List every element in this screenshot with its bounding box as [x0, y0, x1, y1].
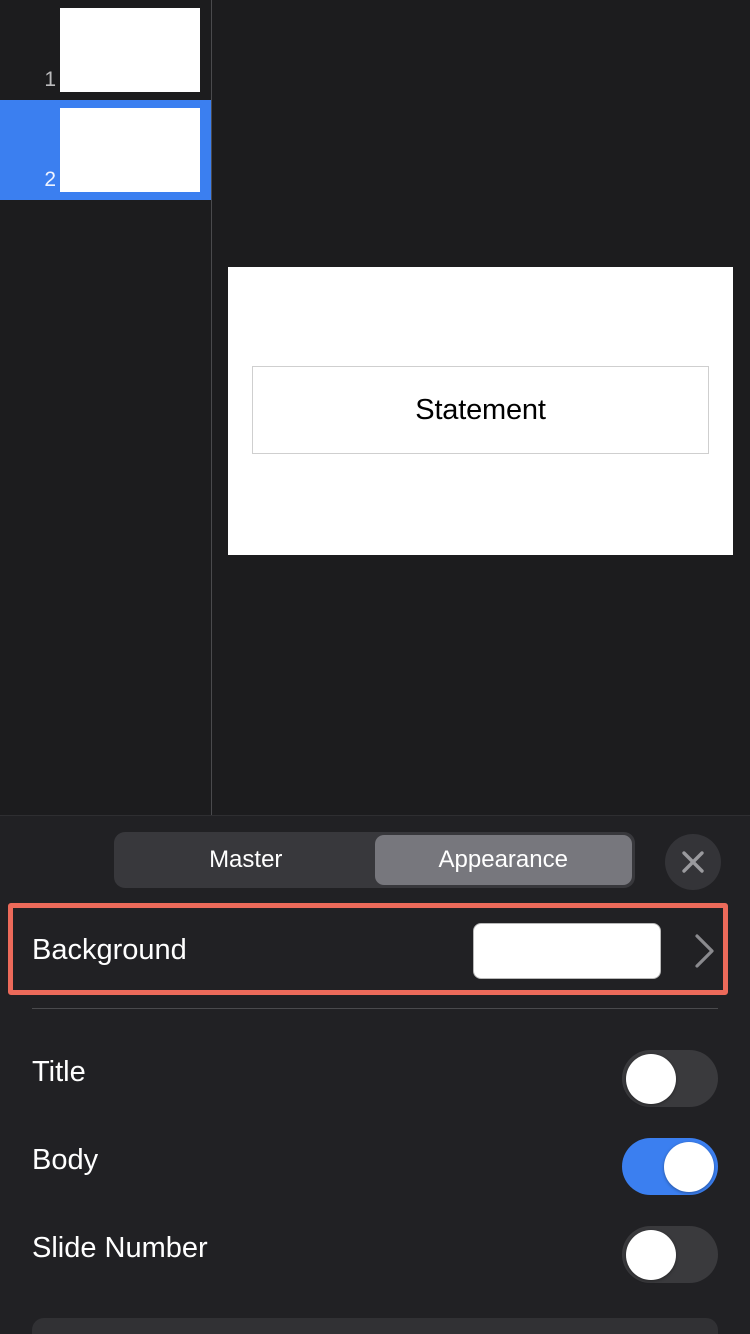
body-text-placeholder[interactable]: Statement: [252, 366, 709, 454]
row-slide-number[interactable]: Slide Number: [0, 1204, 750, 1292]
body-label: Body: [32, 1143, 99, 1176]
title-label: Title: [32, 1055, 86, 1088]
row-body[interactable]: Body: [0, 1116, 750, 1204]
background-label: Background: [32, 934, 187, 966]
slide-thumbnail-number: 2: [44, 168, 56, 191]
tab-appearance-label: Appearance: [438, 846, 568, 873]
body-placeholder-text: Statement: [415, 393, 546, 426]
row-title[interactable]: Title: [0, 1028, 750, 1116]
inspector-tab-bar[interactable]: Master Appearance: [114, 832, 635, 888]
canvas-stage[interactable]: Statement: [212, 0, 750, 815]
toggle-knob: [626, 1053, 676, 1104]
title-toggle[interactable]: [622, 1050, 718, 1107]
slide-thumbnail-preview: [60, 108, 200, 192]
toggle-knob: [664, 1141, 714, 1192]
toggle-knob: [626, 1229, 676, 1280]
close-button[interactable]: [665, 834, 721, 890]
slide-thumbnail-preview: [60, 8, 200, 92]
slide-navigator[interactable]: 1 2: [0, 0, 211, 815]
body-toggle[interactable]: [622, 1138, 718, 1195]
tab-appearance[interactable]: Appearance: [374, 835, 632, 885]
format-inspector-panel: Master Appearance Background Title Body …: [0, 815, 750, 1334]
inspector-top-divider: [0, 815, 750, 816]
tab-master-label: Master: [209, 846, 283, 873]
tab-master[interactable]: Master: [117, 835, 375, 885]
chevron-right-icon[interactable]: [694, 933, 716, 969]
slide-thumbnail-2[interactable]: 2: [0, 100, 211, 200]
editor-area: 1 2 Statement: [0, 0, 750, 815]
inspector-row-divider: [32, 1008, 718, 1009]
slide-thumbnail-number: 1: [44, 68, 56, 91]
slide-canvas[interactable]: Statement: [228, 267, 733, 555]
close-icon: [682, 851, 704, 873]
row-background[interactable]: Background: [0, 903, 750, 998]
slide-number-label: Slide Number: [32, 1231, 208, 1264]
keynote-app: 1 2 Statement Master Appearance Backgrou…: [0, 0, 750, 1334]
inspector-header: Master Appearance: [0, 832, 750, 892]
background-color-swatch[interactable]: [473, 923, 661, 979]
slide-thumbnail-1[interactable]: 1: [0, 0, 211, 100]
bottom-partial-panel[interactable]: [32, 1318, 718, 1334]
slide-number-toggle[interactable]: [622, 1226, 718, 1283]
